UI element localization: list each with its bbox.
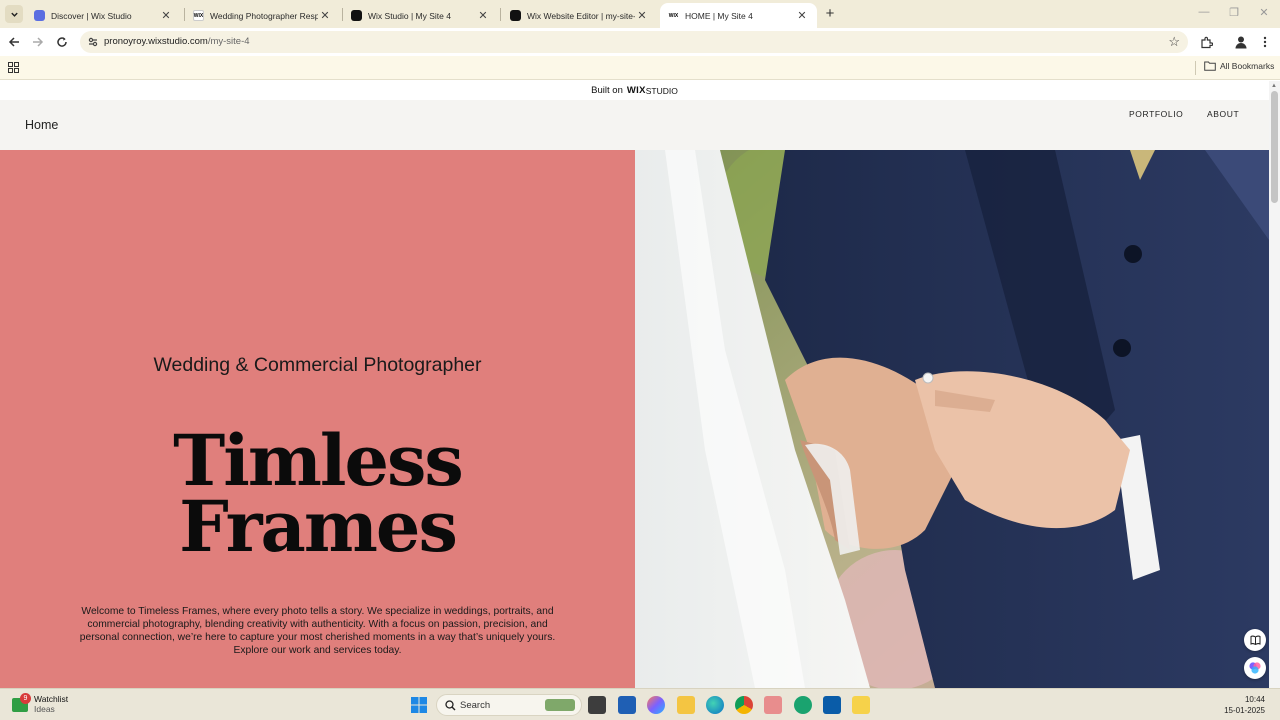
copilot-app-icon[interactable] bbox=[647, 696, 665, 714]
tab-home-my-site-4[interactable]: WIX HOME | My Site 4 ✕ bbox=[660, 3, 817, 28]
book-icon bbox=[1250, 635, 1260, 645]
tab-search-button[interactable] bbox=[5, 5, 23, 23]
todo-app-icon[interactable] bbox=[794, 696, 812, 714]
restore-button[interactable]: ❐ bbox=[1226, 6, 1242, 19]
browser-tab-strip: Discover | Wix Studio ✕ WIX Wedding Phot… bbox=[0, 0, 1280, 28]
search-icon bbox=[445, 699, 456, 710]
taskbar-search[interactable]: Search bbox=[436, 694, 582, 716]
start-button[interactable] bbox=[410, 696, 428, 714]
slack-app-icon[interactable] bbox=[764, 696, 782, 714]
windows-logo-icon bbox=[411, 697, 427, 713]
new-tab-button[interactable]: + bbox=[822, 6, 838, 22]
built-on-wix-banner[interactable]: Built on WIX STUDIO bbox=[0, 81, 1269, 100]
hero-subtitle: Wedding & Commercial Photographer bbox=[153, 354, 482, 376]
extensions-button[interactable] bbox=[1198, 34, 1214, 50]
notepad-app-icon[interactable] bbox=[823, 696, 841, 714]
wix-studio-favicon-icon bbox=[510, 10, 521, 21]
site-header: Home PORTFOLIO ABOUT bbox=[0, 100, 1269, 150]
tab-wedding-photographer[interactable]: WIX Wedding Photographer Respon ✕ bbox=[185, 3, 340, 28]
hero-description: Welcome to Timeless Frames, where every … bbox=[79, 606, 556, 656]
close-tab-icon[interactable]: ✕ bbox=[795, 9, 809, 22]
folder-icon bbox=[1204, 61, 1216, 71]
ai-assistant-button[interactable] bbox=[1244, 657, 1266, 679]
tab-discover-wix-studio[interactable]: Discover | Wix Studio ✕ bbox=[26, 3, 181, 28]
reload-icon bbox=[57, 37, 67, 47]
hero-wedding-photo bbox=[635, 150, 1269, 688]
arrow-right-icon bbox=[33, 37, 44, 47]
hero-title: Timless Frames bbox=[173, 419, 464, 568]
watchlist-widget[interactable]: 9 Watchlist Ideas bbox=[12, 693, 68, 714]
chrome-app-icon[interactable] bbox=[735, 696, 753, 714]
browser-toolbar: pronoyroy.wixstudio.com/my-site-4 ☆ bbox=[0, 28, 1280, 56]
tab-wix-website-editor[interactable]: Wix Website Editor | my-site-4 ✕ bbox=[502, 3, 657, 28]
apps-grid-icon[interactable] bbox=[8, 62, 19, 73]
search-highlight-image bbox=[545, 699, 575, 711]
arrow-left-icon bbox=[8, 37, 19, 47]
wix-favicon-icon: WIX bbox=[193, 10, 204, 21]
close-tab-icon[interactable]: ✕ bbox=[476, 9, 490, 22]
site-info-icon[interactable] bbox=[86, 35, 100, 49]
file-explorer-app-icon[interactable] bbox=[677, 696, 695, 714]
wedding-ring-photo-image bbox=[635, 150, 1269, 688]
all-bookmarks-button[interactable]: All Bookmarks bbox=[1204, 61, 1274, 71]
system-clock[interactable]: 10:44 15-01-2025 bbox=[1224, 694, 1265, 716]
close-window-button[interactable]: ✕ bbox=[1256, 6, 1272, 19]
edge-app-icon[interactable] bbox=[706, 696, 724, 714]
browser-menu-button[interactable] bbox=[1257, 34, 1273, 50]
kebab-menu-icon bbox=[1263, 36, 1267, 48]
nav-portfolio-link[interactable]: PORTFOLIO bbox=[1129, 109, 1183, 119]
windows-taskbar: 9 Watchlist Ideas Search 10:44 15-01-202… bbox=[0, 688, 1280, 720]
task-view-app-icon[interactable] bbox=[588, 696, 606, 714]
wix-logo: WIX bbox=[626, 85, 646, 96]
minimize-button[interactable]: — bbox=[1196, 6, 1212, 18]
wix-discover-favicon-icon bbox=[34, 10, 45, 21]
puzzle-icon bbox=[1200, 36, 1213, 48]
address-bar[interactable]: pronoyroy.wixstudio.com/my-site-4 ☆ bbox=[80, 31, 1188, 53]
nav-about-link[interactable]: ABOUT bbox=[1207, 109, 1239, 119]
bookmark-star-icon[interactable]: ☆ bbox=[1168, 34, 1180, 50]
tab-wix-studio-my-site-4[interactable]: Wix Studio | My Site 4 ✕ bbox=[343, 3, 498, 28]
page-viewport: Built on WIX STUDIO Home PORTFOLIO ABOUT … bbox=[0, 81, 1269, 688]
bookmarks-bar: All Bookmarks bbox=[0, 56, 1280, 80]
chevron-down-icon bbox=[10, 12, 18, 17]
reload-button[interactable] bbox=[54, 34, 70, 50]
page-scrollbar[interactable]: ▲ bbox=[1269, 81, 1280, 688]
forward-button[interactable] bbox=[30, 34, 46, 50]
close-tab-icon[interactable]: ✕ bbox=[159, 9, 173, 22]
back-button[interactable] bbox=[6, 34, 22, 50]
scrollbar-thumb[interactable] bbox=[1271, 91, 1278, 203]
wix-studio-favicon-icon bbox=[351, 10, 362, 21]
store-app-icon[interactable] bbox=[618, 696, 636, 714]
avatar-icon bbox=[1235, 36, 1247, 49]
ai-sparkle-icon bbox=[1249, 662, 1261, 674]
close-tab-icon[interactable]: ✕ bbox=[318, 9, 332, 22]
stocks-icon: 9 bbox=[12, 693, 31, 712]
scroll-up-arrow-icon[interactable]: ▲ bbox=[1271, 83, 1277, 89]
url-text: pronoyroy.wixstudio.com/my-site-4 bbox=[104, 36, 250, 47]
profile-button[interactable] bbox=[1233, 34, 1249, 50]
sticky-notes-app-icon[interactable] bbox=[852, 696, 870, 714]
side-panel-button[interactable] bbox=[1244, 629, 1266, 651]
hero-text-panel: Wedding & Commercial Photographer Timles… bbox=[0, 150, 635, 688]
close-tab-icon[interactable]: ✕ bbox=[635, 9, 649, 22]
nav-home-link[interactable]: Home bbox=[25, 118, 58, 132]
wix-favicon-icon: WIX bbox=[668, 10, 679, 21]
